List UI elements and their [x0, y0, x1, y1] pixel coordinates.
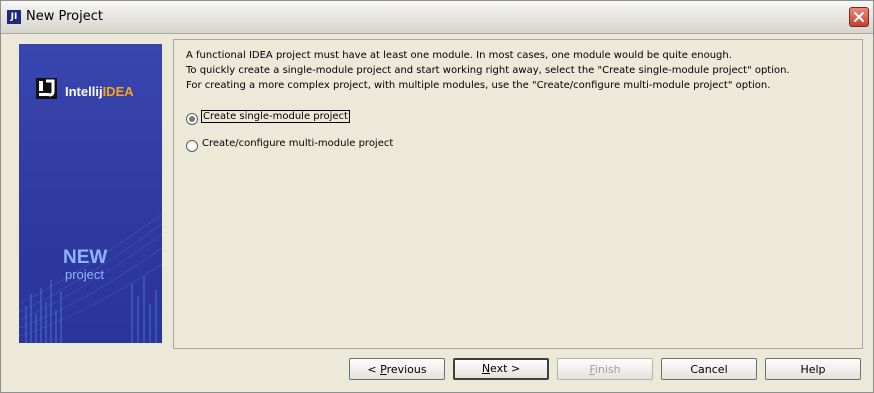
next-rest: ext > — [490, 362, 521, 375]
finish-rest: inish — [594, 363, 621, 376]
intellij-logo-text: IntellijIDEA — [65, 84, 134, 99]
finish-button[interactable]: Finish — [557, 358, 653, 380]
logo-text-suffix: IDEA — [102, 84, 134, 99]
next-button[interactable]: Next > — [453, 358, 549, 380]
help-button[interactable]: Help — [765, 358, 861, 380]
side-banner: IntellijIDEA NEW project — [19, 44, 162, 343]
description-line-3: For creating a more complex project, wit… — [186, 80, 771, 91]
radio-multi-module[interactable] — [186, 140, 198, 152]
banner-project-label: project — [65, 267, 105, 282]
intellij-logo-icon — [36, 78, 57, 99]
banner-new-label: NEW — [63, 247, 108, 268]
logo-text-prefix: Intellij — [65, 84, 103, 99]
next-mnemonic: N — [481, 362, 491, 375]
radio-single-module[interactable] — [186, 113, 198, 125]
close-button[interactable] — [849, 7, 869, 27]
title-bar[interactable]: JI New Project — [1, 1, 873, 34]
new-project-dialog: JI New Project IntellijIDEA NEW project … — [0, 0, 874, 393]
option-single-module-label[interactable]: Create single-module project — [201, 110, 350, 123]
previous-rest: revious — [386, 363, 427, 376]
option-multi-module-label[interactable]: Create/configure multi-module project — [201, 138, 394, 149]
previous-prefix: < — [367, 363, 381, 376]
cancel-button[interactable]: Cancel — [661, 358, 757, 380]
close-icon — [854, 12, 864, 22]
window-title: New Project — [26, 9, 103, 24]
radio-selected-dot — [189, 116, 195, 122]
description-line-2: To quickly create a single-module projec… — [186, 65, 790, 76]
description-line-1: A functional IDEA project must have at l… — [186, 50, 732, 61]
content-panel: A functional IDEA project must have at l… — [173, 39, 863, 349]
intellij-app-icon: JI — [7, 10, 21, 24]
previous-button[interactable]: < Previous — [349, 358, 445, 380]
